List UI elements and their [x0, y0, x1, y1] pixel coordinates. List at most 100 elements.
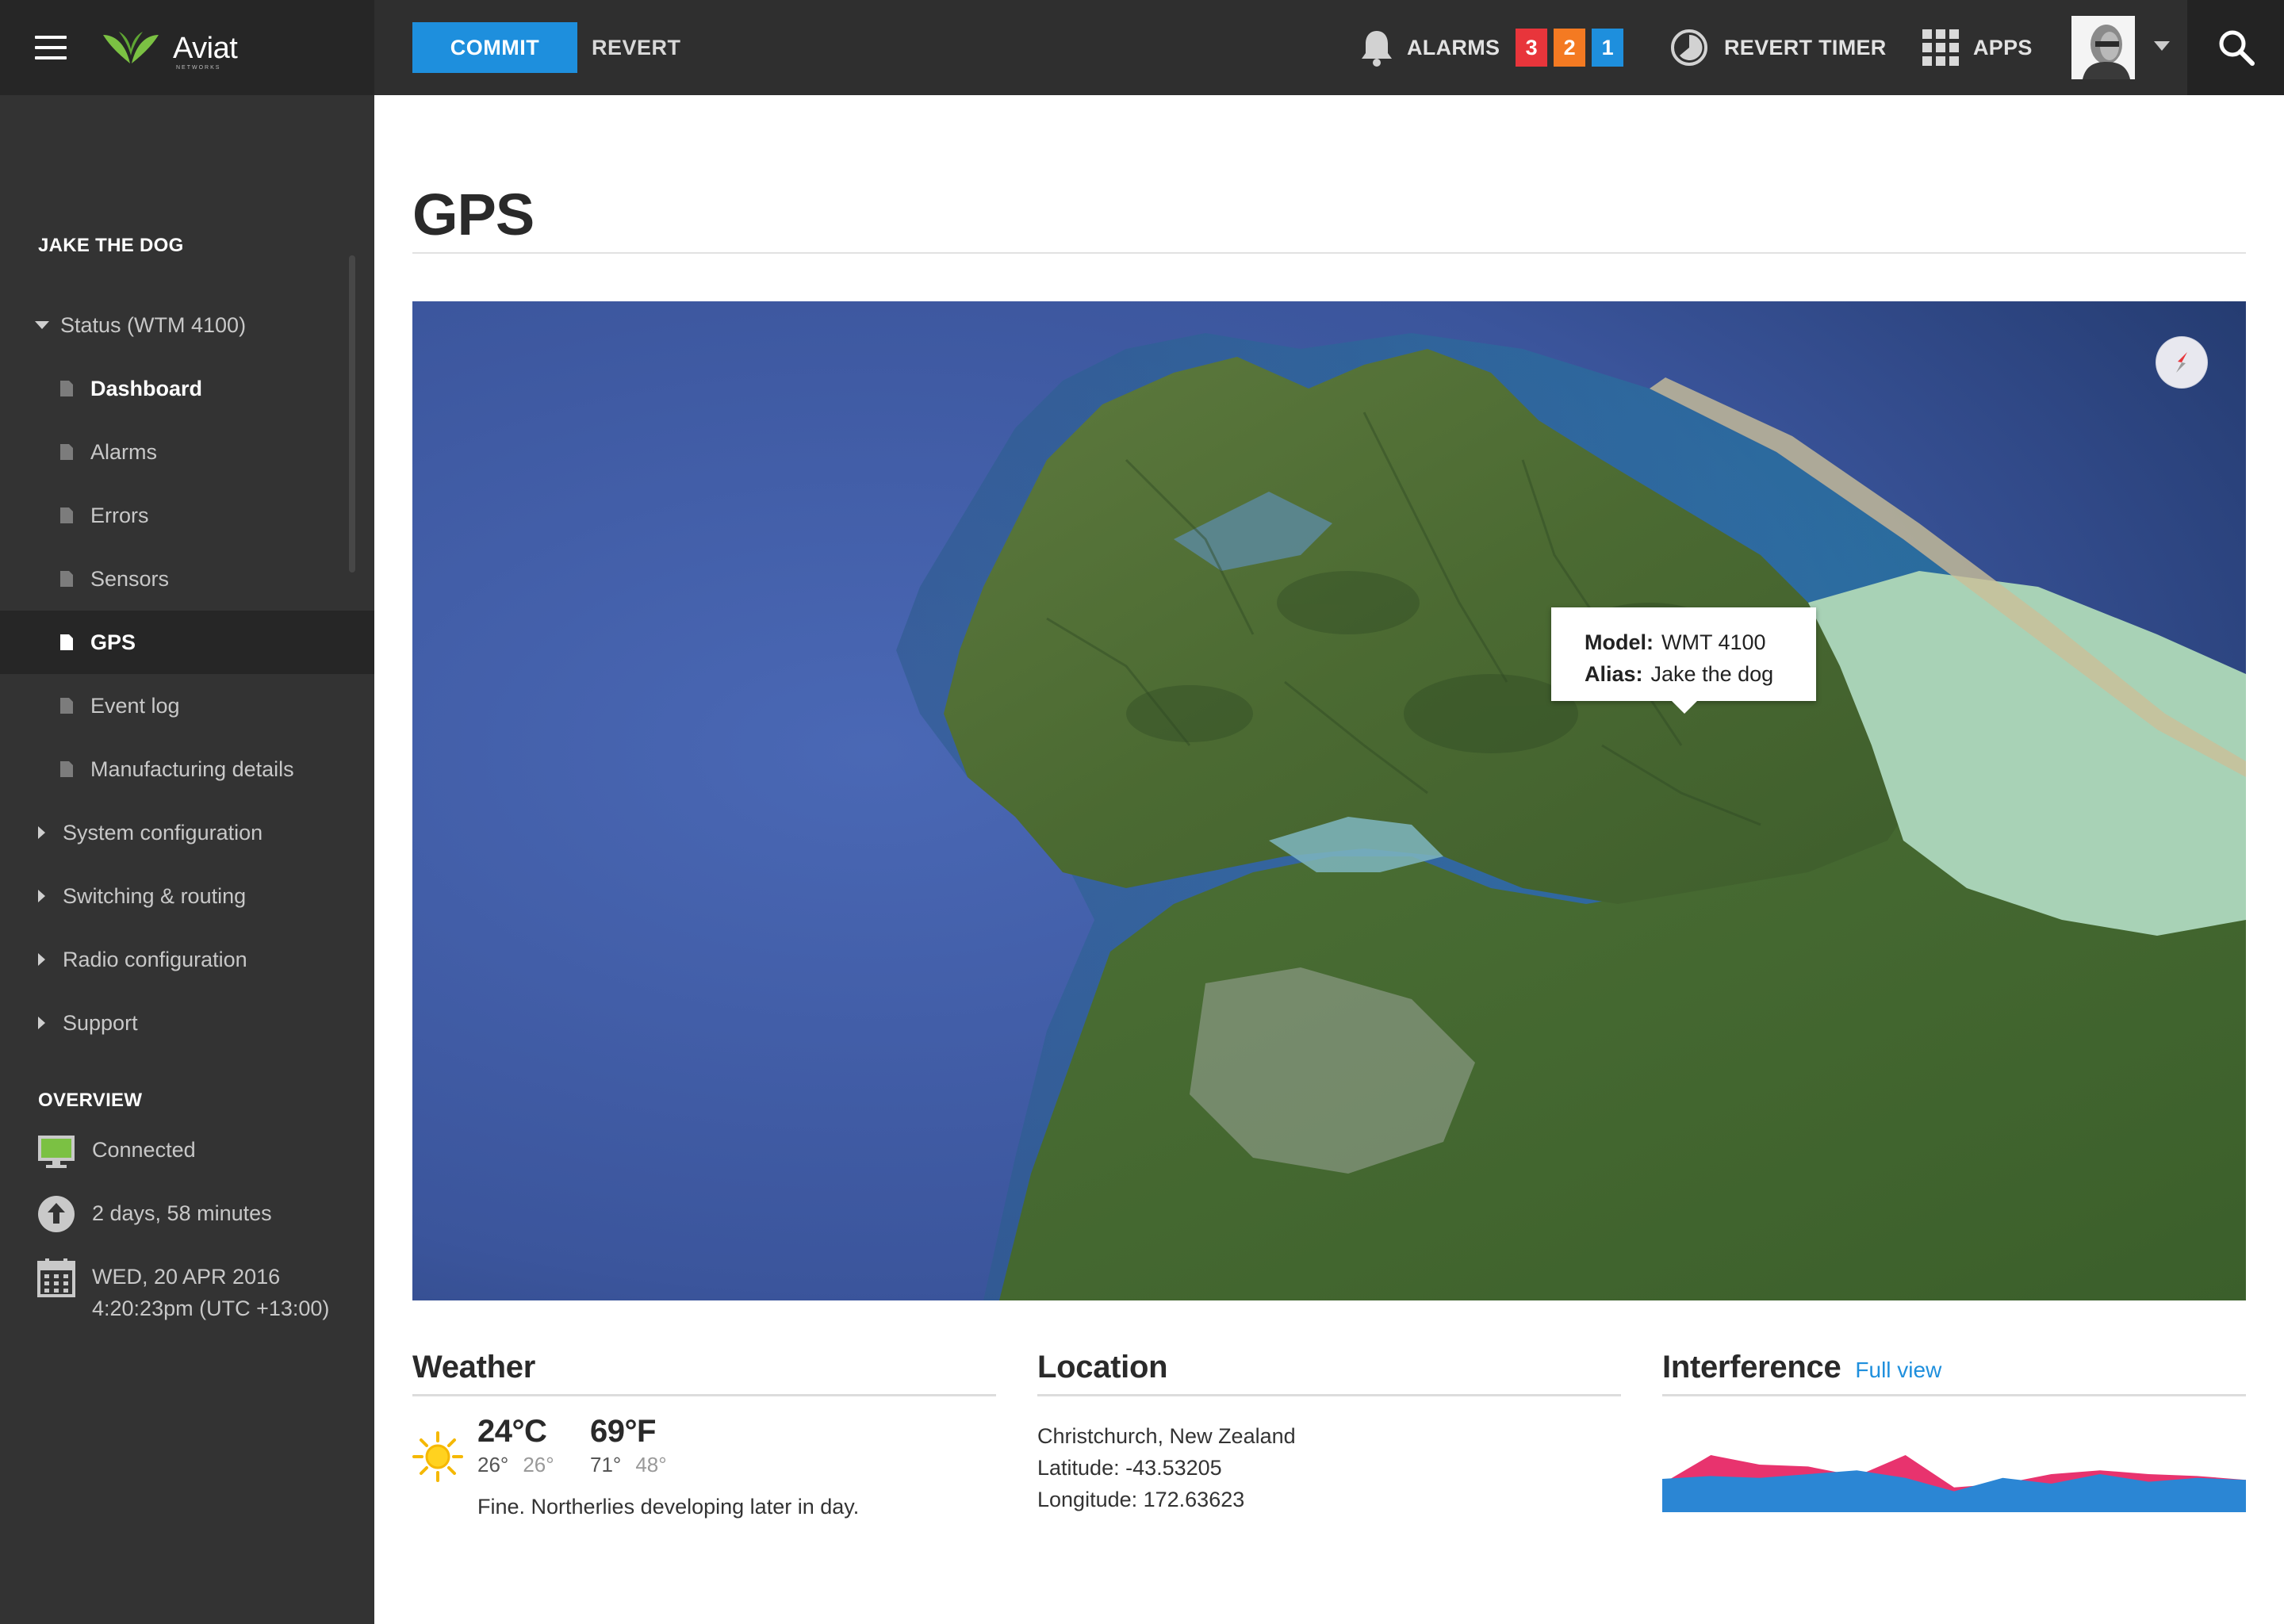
sidebar-group-support[interactable]: Support — [0, 991, 374, 1055]
chevron-down-icon — [35, 321, 49, 329]
tooltip-model-label: Model: — [1585, 630, 1654, 654]
page-title: GPS — [412, 182, 535, 247]
fahrenheit-range: 71° 48° — [590, 1453, 667, 1477]
major-alarm-badge[interactable]: 2 — [1554, 29, 1586, 67]
map-imagery — [412, 301, 2246, 1300]
weather-body: 24°C 26° 26° 69°F 71° 48° Fine. Northerlie… — [412, 1396, 996, 1523]
document-icon — [60, 571, 73, 587]
sidebar-item-label: Alarms — [90, 439, 158, 464]
celsius-current: 24°C — [477, 1414, 547, 1449]
user-menu-caret-icon[interactable] — [2154, 41, 2170, 51]
document-icon — [60, 444, 73, 460]
time-text: 4:20:23pm (UTC +13:00) — [92, 1297, 330, 1320]
tooltip-alias-value: Jake the dog — [1650, 662, 1774, 686]
sidebar-item-label: Event log — [90, 693, 180, 718]
user-photo — [2071, 16, 2135, 79]
user-avatar[interactable] — [2071, 16, 2135, 79]
document-icon — [60, 761, 73, 777]
sidebar-item-label: Dashboard — [90, 376, 203, 400]
search-icon — [2219, 30, 2255, 66]
connection-status: Connected — [36, 1134, 196, 1170]
document-icon — [60, 634, 73, 650]
location-latitude: Latitude: -43.53205 — [1037, 1456, 1222, 1480]
timer-icon — [1671, 29, 1707, 66]
sidebar-item-event-log[interactable]: Event log — [0, 674, 374, 737]
brand-name: Aviat — [173, 32, 238, 65]
tooltip-alias-label: Alias: — [1585, 662, 1643, 686]
sidebar-item-label: GPS — [90, 630, 136, 654]
chevron-right-icon — [38, 1017, 45, 1029]
calendar-icon — [37, 1258, 75, 1297]
date-text: WED, 20 APR 2016 — [92, 1265, 281, 1289]
device-datetime: WED, 20 APR 2016 4:20:23pm (UTC +13:00) — [36, 1258, 329, 1324]
monitor-icon — [38, 1136, 75, 1168]
weather-title: Weather — [412, 1350, 535, 1385]
apps-label: APPS — [1973, 35, 2033, 59]
interference-chart[interactable] — [1662, 1417, 2246, 1512]
uptime: 2 days, 58 minutes — [36, 1196, 272, 1234]
sun-icon — [412, 1431, 463, 1482]
celsius-block: 24°C 26° 26° — [477, 1414, 554, 1477]
fahrenheit-block: 69°F 71° 48° — [590, 1414, 667, 1477]
interference-chart-wrap — [1662, 1396, 2246, 1516]
sidebar-item-alarms[interactable]: Alarms — [0, 420, 374, 484]
sidebar-item-manufacturing-details[interactable]: Manufacturing details — [0, 737, 374, 801]
sidebar-group-label: Switching & routing — [63, 883, 247, 908]
document-icon — [60, 381, 73, 396]
arrow-up-circle-icon — [38, 1196, 75, 1232]
sidebar-group-switching-routing[interactable]: Switching & routing — [0, 864, 374, 928]
celsius-low: 26° — [523, 1453, 554, 1477]
celsius-range: 26° 26° — [477, 1453, 554, 1477]
sidebar-item-gps[interactable]: GPS — [0, 611, 374, 674]
interference-title-row: Interference Full view — [1662, 1345, 2246, 1389]
location-longitude: Longitude: 172.63623 — [1037, 1488, 1245, 1511]
sidebar-item-label: Errors — [90, 503, 149, 527]
minor-alarm-badge[interactable]: 1 — [1592, 29, 1624, 67]
sidebar-group-system-configuration[interactable]: System configuration — [0, 801, 374, 864]
apps-grid-icon — [1922, 29, 1959, 66]
sidebar-group-status[interactable]: Status (WTM 4100) — [0, 293, 374, 357]
commit-button[interactable]: COMMIT — [412, 22, 577, 73]
uptime-text: 2 days, 58 minutes — [92, 1201, 272, 1225]
location-body: Christchurch, New Zealand Latitude: -43.… — [1037, 1396, 1621, 1515]
sidebar-item-errors[interactable]: Errors — [0, 484, 374, 547]
sidebar-item-label: Manufacturing details — [90, 756, 294, 781]
compass-icon[interactable] — [2156, 336, 2208, 389]
document-icon — [60, 508, 73, 523]
sidebar-item-dashboard[interactable]: Dashboard — [0, 357, 374, 420]
full-view-link[interactable]: Full view — [1855, 1358, 1941, 1382]
device-tooltip: Model: WMT 4100 Alias: Jake the dog — [1551, 607, 1816, 714]
top-bar: Aviat NETWORKS COMMIT REVERT ALARMS 3 2 … — [0, 0, 2284, 95]
overview-heading: OVERVIEW — [38, 1090, 143, 1111]
sidebar: JAKE THE DOG Status (WTM 4100) Dashboard… — [0, 95, 374, 1624]
sidebar-item-label: Sensors — [90, 566, 170, 591]
sidebar-item-sensors[interactable]: Sensors — [0, 547, 374, 611]
alarms-label: ALARMS — [1407, 35, 1500, 59]
apps-button[interactable]: APPS — [1922, 22, 2033, 73]
critical-alarm-badge[interactable]: 3 — [1516, 29, 1548, 67]
revert-timer-button[interactable]: REVERT TIMER — [1670, 22, 1887, 73]
search-button[interactable] — [2187, 0, 2284, 95]
revert-button[interactable]: REVERT — [592, 22, 681, 73]
celsius-high: 26° — [477, 1453, 509, 1477]
alarms-button[interactable]: ALARMS 3 2 1 — [1359, 22, 1624, 73]
document-icon — [60, 698, 73, 714]
tooltip-model-row: Model: WMT 4100 — [1585, 626, 1816, 658]
sidebar-group-radio-configuration[interactable]: Radio configuration — [0, 928, 374, 991]
revert-timer-label: REVERT TIMER — [1724, 35, 1887, 59]
chevron-right-icon — [38, 953, 45, 966]
hamburger-menu-icon[interactable] — [35, 36, 67, 59]
weather-panel: Weather 24°C 26° 26° 69°F 71° 48° Fine. No… — [412, 1345, 996, 1523]
fahrenheit-current: 69°F — [590, 1414, 656, 1449]
sidebar-group-label: Support — [63, 1010, 138, 1035]
fahrenheit-high: 71° — [590, 1453, 622, 1477]
location-place: Christchurch, New Zealand — [1037, 1424, 1296, 1448]
datetime-text: WED, 20 APR 2016 4:20:23pm (UTC +13:00) — [92, 1261, 329, 1324]
brand-subtitle: NETWORKS — [176, 65, 221, 71]
sidebar-group-label: System configuration — [63, 820, 263, 845]
fahrenheit-low: 48° — [635, 1453, 667, 1477]
aviat-logo[interactable]: Aviat NETWORKS — [103, 29, 262, 71]
satellite-map[interactable]: Model: WMT 4100 Alias: Jake the dog — [412, 301, 2246, 1300]
title-divider — [412, 252, 2246, 254]
forecast-text: Fine. Northerlies developing later in da… — [477, 1495, 860, 1519]
